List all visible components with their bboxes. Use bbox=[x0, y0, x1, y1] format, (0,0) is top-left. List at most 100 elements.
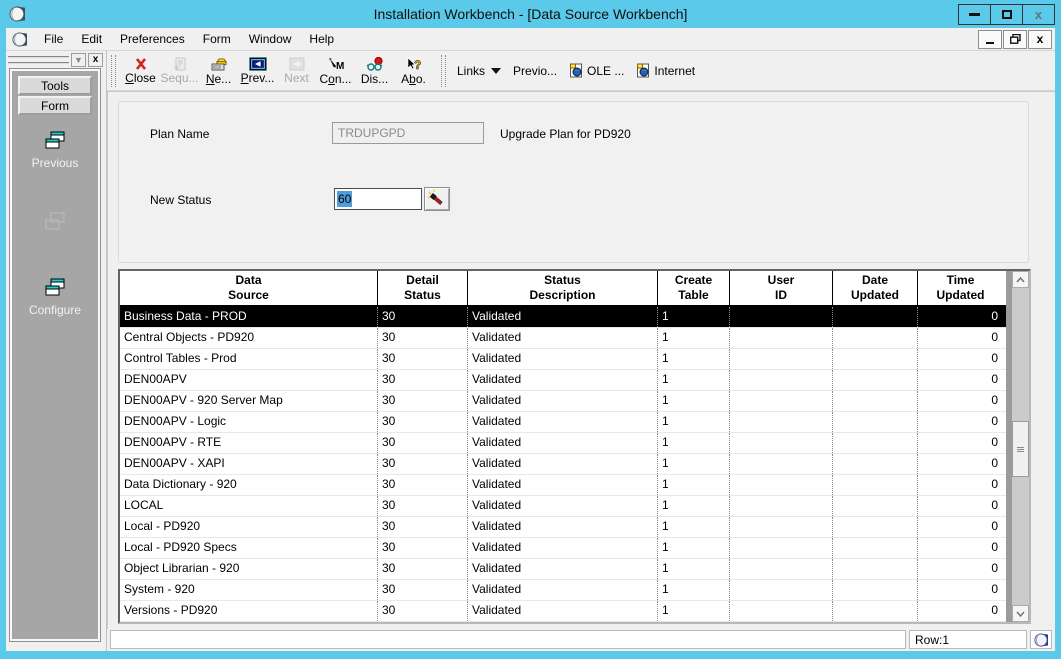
toolbar-grip[interactable] bbox=[441, 55, 446, 87]
table-row[interactable]: Control Tables - Prod30Validated10 bbox=[120, 349, 1006, 370]
table-row[interactable]: Local - PD920 Specs30Validated10 bbox=[120, 538, 1006, 559]
new-status-field[interactable]: 60 bbox=[334, 188, 422, 210]
column-header-data-source[interactable]: DataSource bbox=[120, 271, 378, 305]
column-header-status-description[interactable]: StatusDescription bbox=[468, 271, 658, 305]
about-button[interactable]: ? Abo. bbox=[394, 53, 433, 89]
continue-button[interactable]: M Con... bbox=[316, 53, 355, 89]
table-row[interactable]: DEN00APV - Logic30Validated10 bbox=[120, 412, 1006, 433]
cell bbox=[833, 496, 918, 516]
link-ole[interactable]: OLE ... bbox=[569, 63, 624, 78]
cell bbox=[730, 412, 833, 432]
sidebar-item-configure[interactable]: Configure bbox=[12, 278, 98, 317]
close-icon: x bbox=[1035, 8, 1042, 21]
plan-name-field[interactable]: TRDUPGPD bbox=[332, 122, 484, 144]
pen-m-icon: M bbox=[327, 57, 345, 72]
column-header-time-updated[interactable]: TimeUpdated bbox=[918, 271, 1003, 305]
cell: DEN00APV - XAPI bbox=[120, 454, 378, 474]
dropdown-button[interactable]: ▼ bbox=[71, 53, 86, 67]
minimize-button[interactable] bbox=[958, 4, 991, 25]
column-header-detail-status[interactable]: DetailStatus bbox=[378, 271, 468, 305]
table-row[interactable]: DEN00APV - XAPI30Validated10 bbox=[120, 454, 1006, 475]
cell: Data Dictionary - 920 bbox=[120, 475, 378, 495]
window-controls: x bbox=[959, 4, 1055, 25]
menu-file[interactable]: File bbox=[35, 29, 72, 49]
tab-tools[interactable]: Tools bbox=[18, 76, 92, 95]
scrollbar-thumb[interactable] bbox=[1012, 421, 1029, 477]
scroll-down-button[interactable] bbox=[1012, 605, 1029, 622]
cell: Validated bbox=[468, 475, 658, 495]
cell: Validated bbox=[468, 496, 658, 516]
close-button[interactable]: Close bbox=[121, 53, 160, 89]
toolbar-handle: ▼ x bbox=[6, 51, 106, 68]
table-row[interactable]: DEN00APV30Validated10 bbox=[120, 370, 1006, 391]
table-row[interactable]: System - 92030Validated10 bbox=[120, 580, 1006, 601]
new-status-label: New Status bbox=[150, 193, 211, 207]
cell bbox=[833, 307, 918, 327]
table-row[interactable]: Object Librarian - 92030Validated10 bbox=[120, 559, 1006, 580]
menu-form[interactable]: Form bbox=[194, 29, 240, 49]
cell: Validated bbox=[468, 370, 658, 390]
column-header-create-table[interactable]: CreateTable bbox=[658, 271, 730, 305]
cell bbox=[730, 538, 833, 558]
cell: 1 bbox=[658, 454, 730, 474]
column-header-user-id[interactable]: UserID bbox=[730, 271, 833, 305]
menu-items: FileEditPreferencesFormWindowHelp bbox=[35, 29, 343, 49]
cell bbox=[833, 601, 918, 621]
menu-preferences[interactable]: Preferences bbox=[111, 29, 194, 49]
table-row[interactable]: Local - PD92030Validated10 bbox=[120, 517, 1006, 538]
cell: 1 bbox=[658, 517, 730, 537]
menu-window[interactable]: Window bbox=[240, 29, 301, 49]
cascade-windows-icon bbox=[43, 131, 67, 150]
cell: 1 bbox=[658, 538, 730, 558]
sidebar-item-label: Configure bbox=[12, 303, 98, 317]
sidebar-item-disabled bbox=[12, 212, 98, 234]
cell: Central Objects - PD920 bbox=[120, 328, 378, 348]
cell: 1 bbox=[658, 307, 730, 327]
internet-doc-icon bbox=[636, 63, 650, 78]
mdi-restore-button[interactable] bbox=[1003, 30, 1027, 49]
cell: 0 bbox=[918, 496, 1003, 516]
table-row[interactable]: Business Data - PROD30Validated10 bbox=[120, 307, 1006, 328]
links-label[interactable]: Links bbox=[457, 64, 485, 78]
sidebar-item-previous[interactable]: Previous bbox=[12, 131, 98, 170]
menu-edit[interactable]: Edit bbox=[72, 29, 111, 49]
link-previous[interactable]: Previo... bbox=[513, 64, 557, 78]
panel-close-button[interactable]: x bbox=[88, 53, 103, 67]
chevron-down-icon bbox=[1016, 611, 1025, 617]
links-group: Links Previo... OLE bbox=[457, 63, 695, 78]
maximize-button[interactable] bbox=[990, 4, 1023, 25]
table-row[interactable]: LOCAL30Validated10 bbox=[120, 496, 1006, 517]
table-row[interactable]: DEN00APV - RTE30Validated10 bbox=[120, 433, 1006, 454]
cell: 0 bbox=[918, 349, 1003, 369]
cell bbox=[730, 496, 833, 516]
cell: 30 bbox=[378, 307, 468, 327]
menu-help[interactable]: Help bbox=[300, 29, 343, 49]
column-header-date-updated[interactable]: DateUpdated bbox=[833, 271, 918, 305]
link-internet[interactable]: Internet bbox=[636, 63, 695, 78]
cell: Validated bbox=[468, 412, 658, 432]
links-caret-icon[interactable] bbox=[491, 68, 501, 74]
cell bbox=[730, 349, 833, 369]
toolbar-grip[interactable] bbox=[111, 55, 116, 87]
vertical-scrollbar[interactable] bbox=[1012, 271, 1029, 622]
table-row[interactable]: DEN00APV - 920 Server Map30Validated10 bbox=[120, 391, 1006, 412]
cell bbox=[833, 433, 918, 453]
maximize-icon bbox=[1002, 10, 1012, 19]
table-row[interactable]: Data Dictionary - 92030Validated10 bbox=[120, 475, 1006, 496]
table-row[interactable]: Versions - PD92030Validated10 bbox=[120, 601, 1006, 622]
cell: DEN00APV bbox=[120, 370, 378, 390]
cell: 0 bbox=[918, 580, 1003, 600]
mdi-minimize-button[interactable] bbox=[978, 30, 1002, 49]
cell: DEN00APV - 920 Server Map bbox=[120, 391, 378, 411]
table-row[interactable]: Central Objects - PD92030Validated10 bbox=[120, 328, 1006, 349]
disable-button[interactable]: Dis... bbox=[355, 53, 394, 89]
previous-button[interactable]: Prev... bbox=[238, 53, 277, 89]
close-window-button[interactable]: x bbox=[1022, 4, 1055, 25]
cell: 1 bbox=[658, 391, 730, 411]
mdi-close-button[interactable]: x bbox=[1028, 30, 1052, 49]
next-plan-button[interactable]: Ne... bbox=[199, 53, 238, 89]
visual-assist-button[interactable] bbox=[424, 187, 450, 211]
grip-lines[interactable] bbox=[8, 56, 69, 64]
tab-form[interactable]: Form bbox=[18, 96, 92, 115]
scroll-up-button[interactable] bbox=[1012, 271, 1029, 288]
